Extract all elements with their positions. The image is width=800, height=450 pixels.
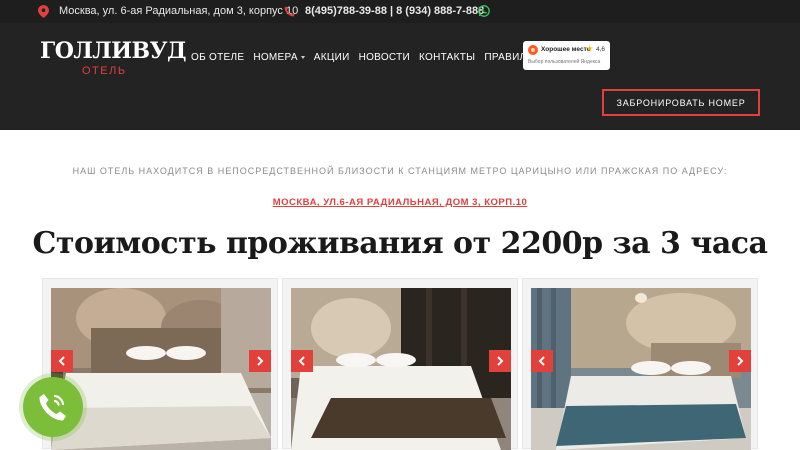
nav-label-news: НОВОСТИ (358, 52, 410, 63)
room-card (522, 278, 758, 450)
whatsapp-icon[interactable] (478, 5, 490, 17)
price-headline: Стоимость проживания от 2200р за 3 часа (32, 226, 768, 261)
chevron-left-icon (298, 356, 305, 366)
main-nav: ОБ ОТЕЛЕ НОМЕРА АКЦИИ НОВОСТИ КОНТАКТЫ П… (191, 52, 542, 63)
logo-subtitle[interactable]: ОТЕЛЬ (82, 65, 127, 77)
yandex-place-icon (528, 45, 538, 55)
badge-subtitle: Выбор пользователей Яндекса (528, 59, 601, 65)
address-link[interactable]: МОСКВА, УЛ.6-АЯ РАДИАЛЬНАЯ, ДОМ 3, КОРП.… (273, 197, 528, 208)
room-photo (51, 288, 271, 450)
room-card (282, 278, 518, 450)
location-intro: НАШ ОТЕЛЬ НАХОДИТСЯ В НЕПОСРЕДСТВЕННОЙ Б… (72, 166, 728, 176)
nav-item-news[interactable]: НОВОСТИ (359, 52, 410, 63)
badge-title: Хорошее место (541, 46, 591, 53)
carousel-prev-button[interactable] (51, 350, 73, 372)
room-photo (291, 288, 511, 450)
call-button[interactable] (23, 377, 83, 437)
carousel-next-button[interactable] (249, 350, 271, 372)
book-room-button[interactable]: ЗАБРОНИРОВАТЬ НОМЕР (602, 89, 760, 116)
chevron-left-icon (58, 356, 65, 366)
yandex-good-place-badge[interactable]: Хорошее место ★ 4,6 Выбор пользователей … (523, 41, 610, 70)
top-bar: Москва, ул. 6-ая Радиальная, дом 3, корп… (0, 0, 800, 23)
badge-rating: 4,6 (596, 46, 606, 53)
top-phones[interactable]: 8(495)788-39-88 | 8 (934) 888-7-888 (305, 5, 484, 17)
top-address: Москва, ул. 6-ая Радиальная, дом 3, корп… (59, 5, 299, 17)
site-header: ГОЛЛИВУД ОТЕЛЬ ОБ ОТЕЛЕ НОМЕРА АКЦИИ НОВ… (0, 23, 800, 130)
logo-title[interactable]: ГОЛЛИВУД (40, 38, 187, 64)
room-photo (531, 288, 751, 450)
phone-icon (284, 6, 295, 17)
chevron-left-icon (538, 356, 545, 366)
carousel-prev-button[interactable] (291, 350, 313, 372)
chevron-right-icon (737, 356, 744, 366)
chevron-right-icon (497, 356, 504, 366)
carousel-prev-button[interactable] (531, 350, 553, 372)
address-link-wrap: МОСКВА, УЛ.6-АЯ РАДИАЛЬНАЯ, ДОМ 3, КОРП.… (0, 197, 800, 208)
star-icon: ★ (586, 44, 594, 53)
carousel-next-button[interactable] (489, 350, 511, 372)
phone-call-icon (39, 394, 66, 421)
nav-item-rooms[interactable]: НОМЕРА (253, 52, 305, 63)
nav-label-promotions: АКЦИИ (313, 52, 350, 63)
chevron-right-icon (257, 356, 264, 366)
nav-label-contacts: КОНТАКТЫ (418, 52, 476, 63)
carousel-next-button[interactable] (729, 350, 751, 372)
nav-item-promotions[interactable]: АКЦИИ (314, 52, 350, 63)
nav-item-about[interactable]: ОБ ОТЕЛЕ (191, 52, 244, 63)
nav-item-contacts[interactable]: КОНТАКТЫ (419, 52, 475, 63)
chevron-down-icon (300, 56, 305, 59)
map-pin-icon (38, 5, 49, 18)
nav-label-rooms: НОМЕРА (253, 52, 298, 63)
nav-label-about: ОБ ОТЕЛЕ (191, 52, 245, 63)
